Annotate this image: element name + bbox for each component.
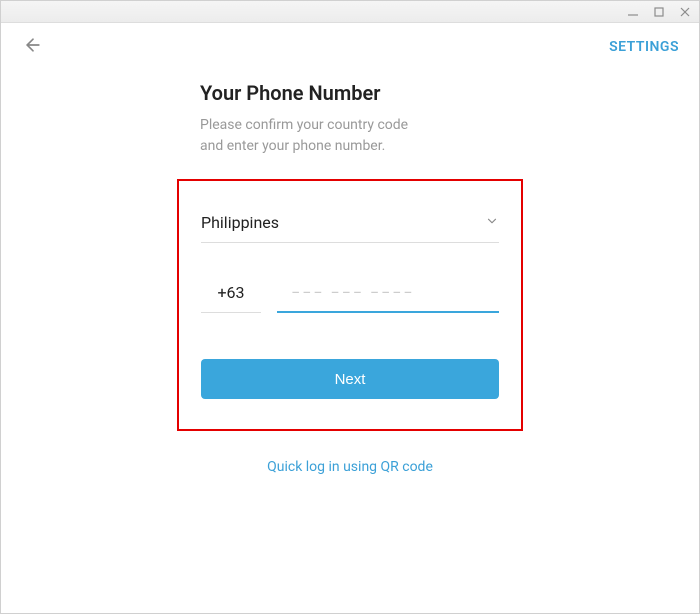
- dial-code-field[interactable]: [201, 277, 261, 313]
- page-title: Your Phone Number: [200, 81, 500, 105]
- country-select[interactable]: Philippines: [201, 207, 499, 243]
- country-name: Philippines: [201, 213, 279, 232]
- heading-block: Your Phone Number Please confirm your co…: [200, 81, 500, 157]
- top-navbar: SETTINGS: [1, 23, 699, 71]
- form-highlight-box: Philippines Next: [177, 179, 523, 431]
- window-maximize-button[interactable]: [653, 6, 665, 18]
- back-button[interactable]: [21, 35, 45, 59]
- main-content: Your Phone Number Please confirm your co…: [1, 71, 699, 475]
- next-button[interactable]: Next: [201, 359, 499, 399]
- window-close-button[interactable]: [679, 6, 691, 18]
- chevron-down-icon: [485, 213, 499, 232]
- page-subtitle: Please confirm your country code and ent…: [200, 115, 500, 157]
- settings-link[interactable]: SETTINGS: [609, 39, 679, 55]
- qr-login-link[interactable]: Quick log in using QR code: [267, 459, 433, 475]
- window-titlebar: [1, 1, 699, 23]
- phone-input-row: [201, 277, 499, 313]
- phone-number-field[interactable]: [277, 277, 499, 313]
- window-minimize-button[interactable]: [627, 6, 639, 18]
- back-arrow-icon: [23, 35, 43, 59]
- subtitle-line-1: Please confirm your country code: [200, 117, 408, 133]
- subtitle-line-2: and enter your phone number.: [200, 138, 385, 154]
